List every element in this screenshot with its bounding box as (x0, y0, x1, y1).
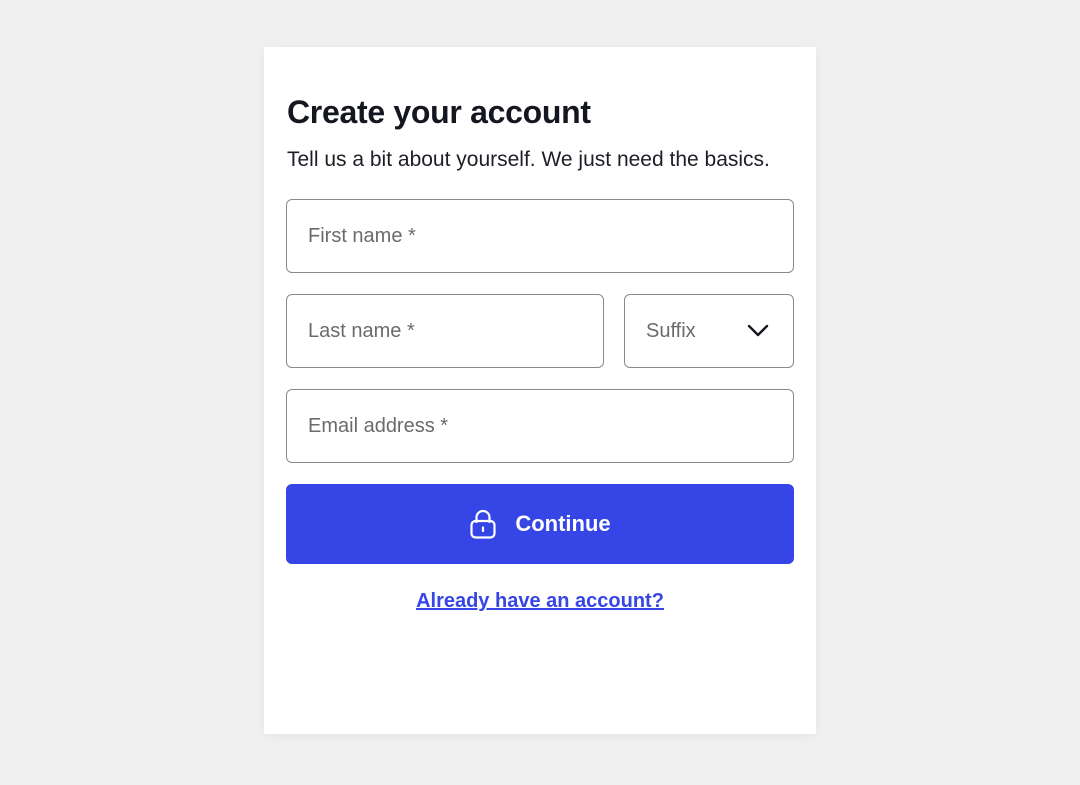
email-field[interactable] (286, 389, 794, 463)
page-title: Create your account (287, 94, 591, 130)
last-name-field[interactable] (286, 294, 604, 368)
first-name-input[interactable] (308, 200, 793, 272)
suffix-selected-value: Suffix (646, 319, 696, 342)
chevron-down-icon (747, 324, 769, 337)
signin-link[interactable]: Already have an account? (264, 590, 816, 613)
continue-button-label: Continue (515, 511, 611, 536)
lock-icon (470, 509, 496, 539)
signup-card: Create your account Tell us a bit about … (264, 47, 816, 734)
email-input[interactable] (308, 390, 793, 462)
first-name-field[interactable] (286, 199, 794, 273)
last-name-input[interactable] (308, 295, 603, 367)
continue-button[interactable]: Continue (286, 484, 794, 564)
suffix-select[interactable]: Suffix (624, 294, 794, 368)
page-subtitle: Tell us a bit about yourself. We just ne… (287, 148, 770, 171)
